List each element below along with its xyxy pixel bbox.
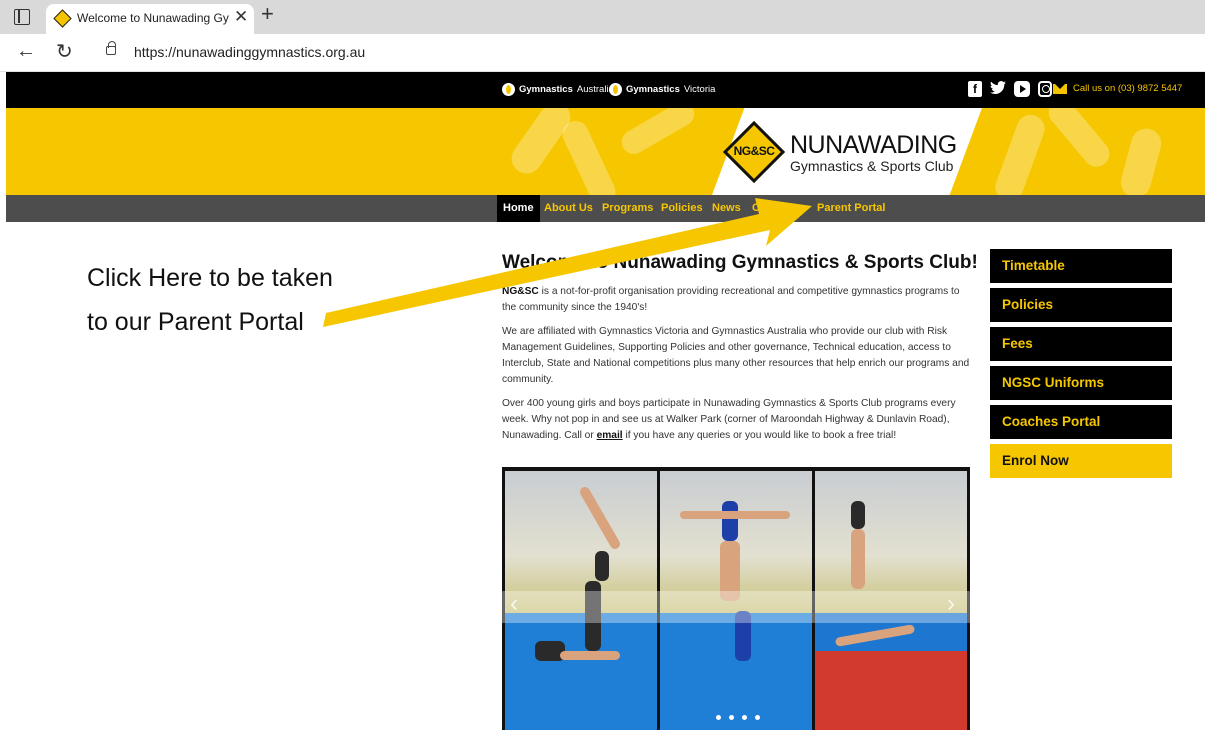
nav-policies[interactable]: Policies: [655, 195, 709, 222]
banner-silhouette: [1043, 108, 1115, 172]
window-icon[interactable]: [14, 9, 30, 25]
envelope-icon: [1053, 83, 1067, 94]
sidebar-timetable-button[interactable]: Timetable: [990, 249, 1172, 283]
social-links: f: [968, 81, 1052, 97]
nav-contact[interactable]: C: [746, 195, 766, 222]
nav-news[interactable]: News: [706, 195, 747, 222]
banner-silhouette: [991, 110, 1049, 195]
photo-carousel[interactable]: ‹ ›: [502, 467, 970, 730]
gymnast-figure: [722, 501, 738, 541]
photo-mat: [815, 651, 967, 730]
facebook-icon[interactable]: f: [968, 81, 982, 97]
annotation-text: Click Here to be taken to our Parent Por…: [87, 264, 333, 336]
intro-paragraph: NG&SC is a not-for-profit organisation p…: [502, 284, 972, 316]
gymnastics-victoria-icon: [609, 83, 622, 96]
sidebar-coaches-portal-button[interactable]: Coaches Portal: [990, 405, 1172, 439]
affiliation-rest: Victoria: [683, 84, 716, 95]
logo-subtitle: Gymnastics & Sports Club: [790, 158, 954, 174]
close-tab-icon[interactable]: ✕: [234, 7, 248, 27]
logo-mark: NG&SC: [733, 144, 775, 158]
main-content: Welcome to Nunawading Gymnastics & Sport…: [502, 252, 978, 452]
gymnast-figure: [595, 551, 609, 581]
carousel-dots[interactable]: [716, 715, 760, 720]
twitter-icon[interactable]: [990, 81, 1006, 97]
affiliation-paragraph: We are affiliated with Gymnastics Victor…: [502, 326, 970, 385]
carousel-dot[interactable]: [729, 715, 734, 720]
favicon: [53, 9, 72, 28]
new-tab-button[interactable]: +: [261, 1, 274, 27]
banner-silhouette: [617, 108, 699, 159]
main-nav: Home About Us Programs Policies News C P…: [6, 195, 1205, 222]
carousel-dot[interactable]: [716, 715, 721, 720]
call-text: Call us on (03) 9872 5447: [1073, 83, 1183, 94]
club-logo[interactable]: NG&SC: [722, 120, 786, 184]
nav-home[interactable]: Home: [497, 195, 540, 222]
sidebar-fees-button[interactable]: Fees: [990, 327, 1172, 361]
affiliation-bold: Gymnastics: [626, 84, 680, 95]
site-top-bar: Gymnastics Australia Gymnastics Victoria…: [6, 72, 1205, 108]
instagram-icon[interactable]: [1038, 81, 1052, 97]
nav-parent-portal[interactable]: Parent Portal: [811, 195, 891, 222]
photo-floor: [505, 613, 657, 730]
site-banner: [6, 108, 1205, 195]
carousel-caption-bar: [502, 591, 970, 623]
visit-text-end: if you have any queries or you would lik…: [622, 430, 897, 441]
affiliation-bold: Gymnastics: [519, 84, 573, 95]
sidebar-policies-button[interactable]: Policies: [990, 288, 1172, 322]
gymnastics-australia-icon: [502, 83, 515, 96]
nav-programs[interactable]: Programs: [596, 195, 659, 222]
club-abbr: NG&SC: [502, 286, 539, 297]
youtube-icon[interactable]: [1014, 81, 1030, 97]
carousel-dot[interactable]: [755, 715, 760, 720]
logo-name: NUNAWADING: [790, 131, 957, 159]
gymnast-figure: [851, 529, 865, 589]
email-link[interactable]: email: [597, 430, 623, 441]
browser-tab[interactable]: Welcome to Nunawading Gymnastics ✕: [46, 4, 254, 34]
lock-icon[interactable]: [106, 41, 116, 55]
reload-icon[interactable]: ↻: [56, 39, 73, 64]
gymnast-figure: [680, 511, 790, 519]
intro-text: is a not-for-profit organisation providi…: [502, 286, 960, 313]
banner-silhouette: [1117, 125, 1165, 195]
address-bar: ← ↻ https://nunawadinggymnastics.org.au: [0, 34, 1205, 72]
back-icon[interactable]: ←: [16, 40, 36, 63]
visit-paragraph: Over 400 young girls and boys participat…: [502, 396, 972, 444]
banner-silhouette: [558, 116, 620, 195]
carousel-next-icon[interactable]: ›: [947, 590, 955, 618]
browser-tab-strip: Welcome to Nunawading Gymnastics ✕ +: [0, 0, 1205, 34]
sidebar-enrol-now-button[interactable]: Enrol Now: [990, 444, 1172, 478]
gymnast-figure: [851, 501, 865, 529]
sidebar-menu: Timetable Policies Fees NGSC Uniforms Co…: [990, 249, 1172, 483]
gymnastics-victoria-link[interactable]: Gymnastics Victoria: [609, 83, 715, 96]
gymnast-figure: [560, 651, 620, 660]
nav-about-us[interactable]: About Us: [538, 195, 599, 222]
tab-title: Welcome to Nunawading Gymnastics: [77, 11, 229, 25]
sidebar-uniforms-button[interactable]: NGSC Uniforms: [990, 366, 1172, 400]
carousel-dot[interactable]: [742, 715, 747, 720]
page-title: Welcome to Nunawading Gymnastics & Sport…: [502, 252, 978, 273]
call-link[interactable]: Call us on (03) 9872 5447: [1053, 83, 1182, 94]
gymnastics-australia-link[interactable]: Gymnastics Australia: [502, 83, 614, 96]
carousel-prev-icon[interactable]: ‹: [510, 590, 518, 618]
url-field[interactable]: https://nunawadinggymnastics.org.au: [134, 44, 365, 60]
